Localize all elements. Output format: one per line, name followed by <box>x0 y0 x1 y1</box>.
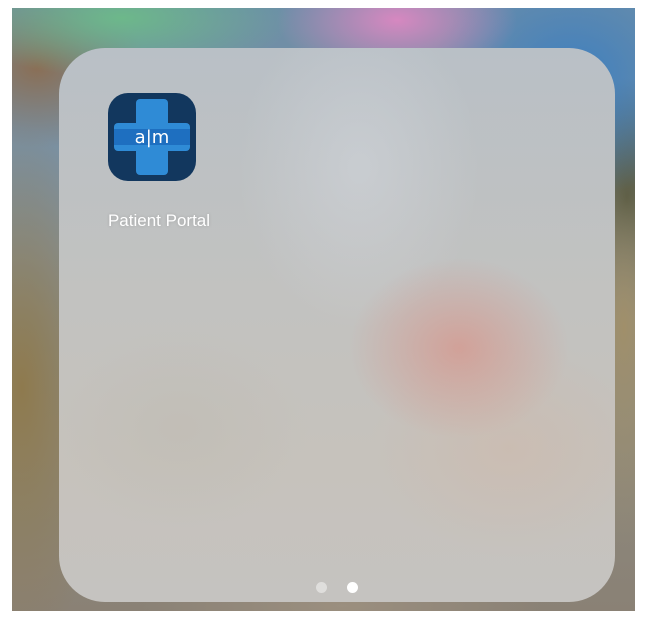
app-icon-monogram: a|m <box>135 127 170 148</box>
patient-portal-app-icon[interactable]: a|m <box>108 93 196 181</box>
folder-page-indicator <box>59 582 615 594</box>
page-dot-1[interactable] <box>316 582 327 593</box>
app-folder-expanded: a|m Patient Portal <box>59 48 615 602</box>
blurred-wallpaper: a|m Patient Portal <box>12 8 635 611</box>
patient-portal-app[interactable]: a|m Patient Portal <box>89 93 219 243</box>
home-screen: a|m Patient Portal <box>0 0 647 621</box>
patient-portal-app-label: Patient Portal <box>107 211 211 230</box>
page-dot-2-current[interactable] <box>347 582 358 593</box>
